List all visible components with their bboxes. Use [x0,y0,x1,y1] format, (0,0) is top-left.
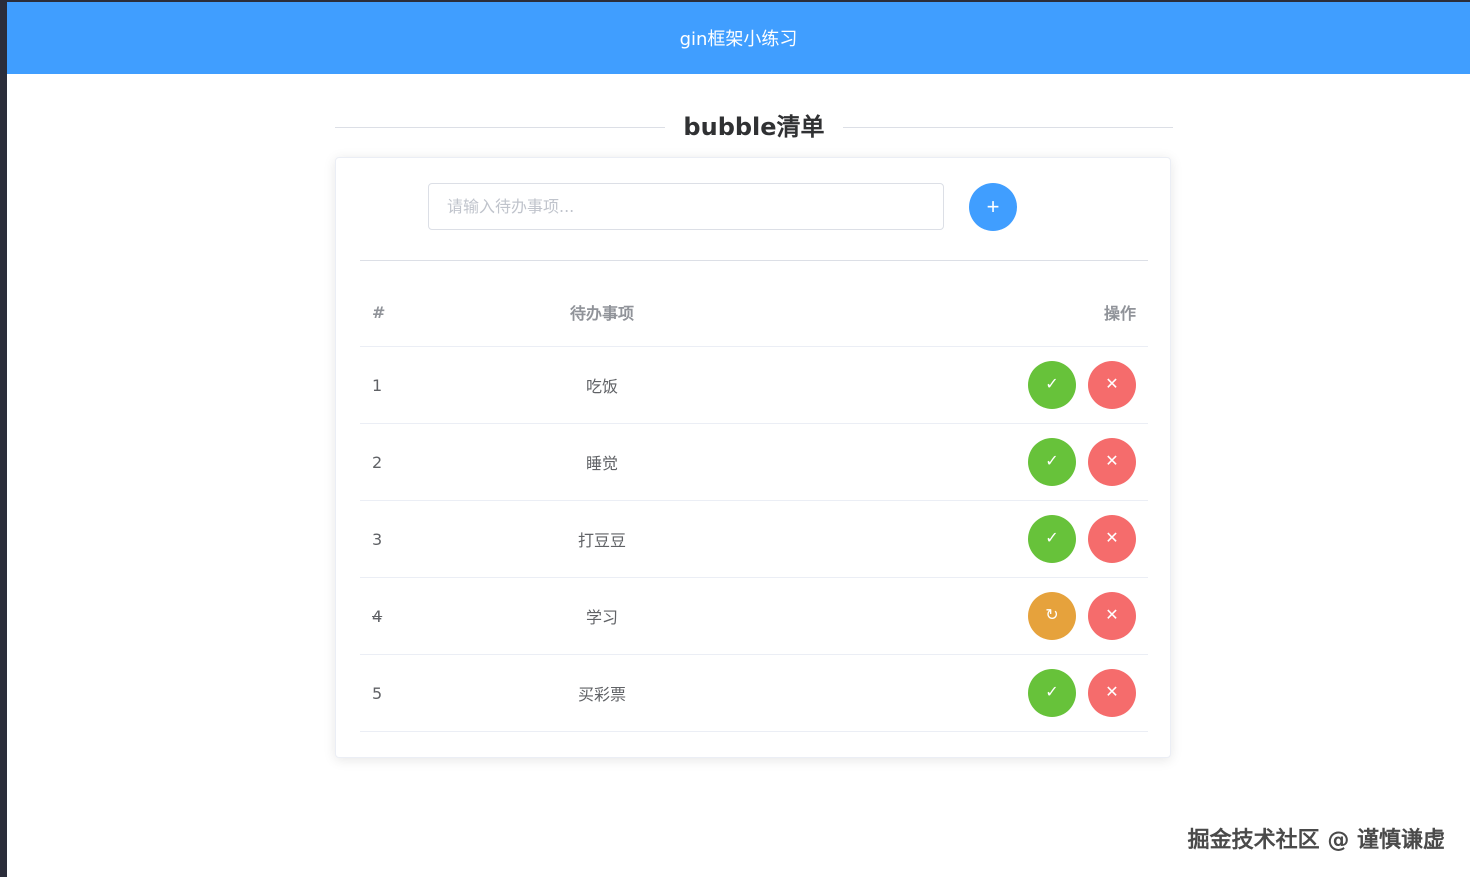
column-header-task: 待办事项 [569,304,634,323]
todo-input[interactable] [428,183,944,230]
close-icon: ✕ [1105,530,1119,547]
plus-icon: + [986,194,1000,219]
watermark: 掘金技术社区 @ 谨慎谦虚 [1187,828,1445,853]
table-row: 5 买彩票 ✓ ✕ [360,655,1148,732]
row-actions: ↻ ✕ [1016,578,1136,654]
check-icon: ✓ [1045,453,1059,470]
close-icon: ✕ [1105,376,1119,393]
complete-button[interactable]: ✓ [1028,438,1076,486]
add-button[interactable]: + [969,183,1017,231]
page-title: bubble清单 [683,113,825,141]
form-divider [360,260,1148,261]
delete-button[interactable]: ✕ [1088,669,1136,717]
delete-button[interactable]: ✕ [1088,438,1136,486]
title-divider-right [843,127,1173,128]
row-task: 吃饭 [585,377,618,396]
row-task: 学习 [585,608,618,627]
delete-button[interactable]: ✕ [1088,515,1136,563]
todo-card: + # 待办事项 操作 1吃饭✓✕2睡觉✓✕3打豆豆✓✕4学习↻✕5买彩票✓✕ [335,157,1171,758]
close-icon: ✕ [1105,607,1119,624]
row-index: 5 [372,683,383,703]
row-actions: ✓ ✕ [1016,501,1136,577]
column-header-actions: 操作 [1103,304,1136,323]
table-row: 1 吃饭 ✓ ✕ [360,347,1148,424]
row-index: 4 [372,606,383,626]
todo-table: # 待办事项 操作 1 吃饭 ✓ ✕ 2 睡觉 ✓ ✕ 3 打豆豆 ✓ ✕ 4 学习 ↻ ✕ 5 买彩票 ✓ ✕ [360,278,1148,732]
close-icon: ✕ [1105,684,1119,701]
row-index: 1 [372,375,383,395]
close-icon: ✕ [1105,453,1119,470]
complete-button[interactable]: ✓ [1028,515,1076,563]
title-divider-left [335,127,665,128]
check-icon: ✓ [1045,684,1059,701]
delete-button[interactable]: ✕ [1088,592,1136,640]
table-row: 2 睡觉 ✓ ✕ [360,424,1148,501]
column-header-index: # [372,302,386,322]
app-header: gin框架小练习 [7,2,1470,74]
row-actions: ✓ ✕ [1016,655,1136,731]
table-body: 1 吃饭 ✓ ✕ 2 睡觉 ✓ ✕ 3 打豆豆 ✓ ✕ 4 学习 ↻ ✕ 5 买彩票 ✓ ✕ [360,347,1148,732]
undo-button[interactable]: ↻ [1028,592,1076,640]
page-title-section: bubble清单 [335,104,1173,150]
row-task: 睡觉 [585,454,618,473]
row-task: 打豆豆 [577,531,626,550]
refresh-icon: ↻ [1045,607,1059,624]
table-row: 3 打豆豆 ✓ ✕ [360,501,1148,578]
header-title: gin框架小练习 [679,29,798,50]
row-actions: ✓ ✕ [1016,347,1136,423]
row-index: 2 [372,452,383,472]
app-window: gin框架小练习 bubble清单 + # 待办事项 操作 1吃饭✓✕2睡觉✓✕… [0,0,1470,877]
row-actions: ✓ ✕ [1016,424,1136,500]
window-left-border [0,0,7,877]
row-index: 3 [372,529,383,549]
delete-button[interactable]: ✕ [1088,361,1136,409]
table-row: 4 学习 ↻ ✕ [360,578,1148,655]
check-icon: ✓ [1045,376,1059,393]
complete-button[interactable]: ✓ [1028,669,1076,717]
table-header-row: # 待办事项 操作 [360,278,1148,347]
row-task: 买彩票 [577,685,626,704]
complete-button[interactable]: ✓ [1028,361,1076,409]
check-icon: ✓ [1045,530,1059,547]
